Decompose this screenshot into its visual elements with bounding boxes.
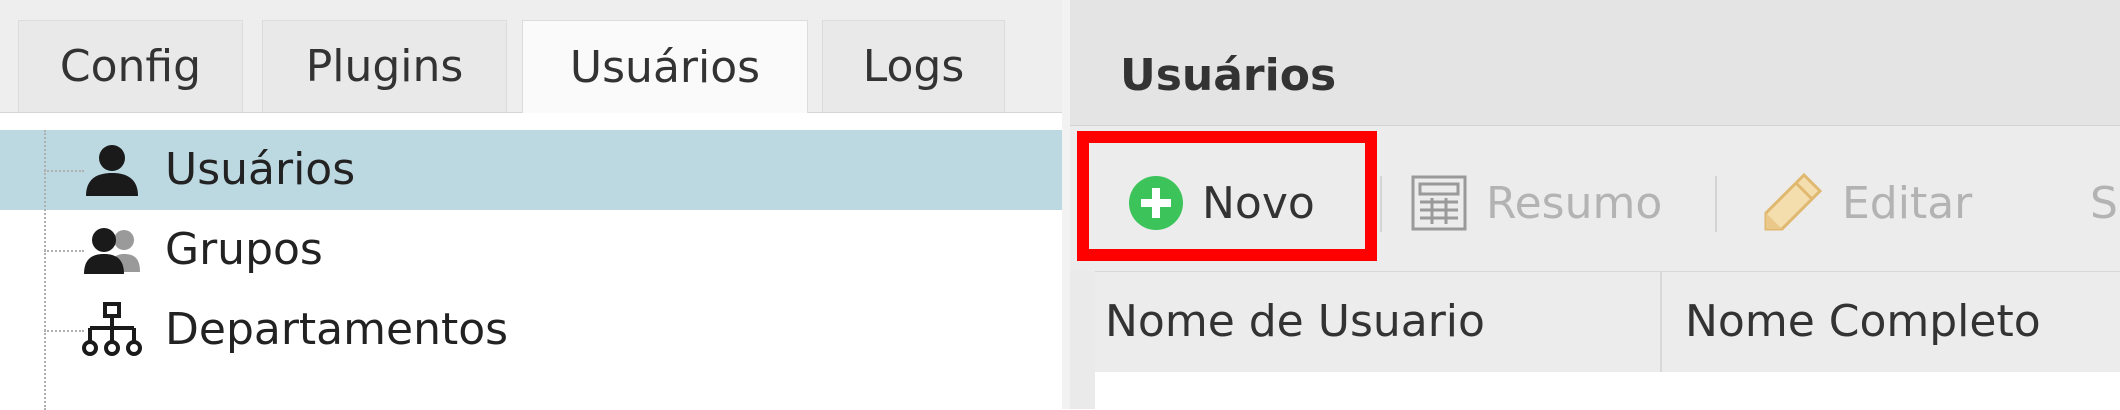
- toolbar: Novo Resumo Editar S: [1070, 126, 2120, 271]
- novo-label: Novo: [1202, 177, 1315, 229]
- pencil-icon: [1764, 172, 1823, 231]
- users-group-icon: [84, 228, 140, 274]
- column-header-nome-de-usuario[interactable]: Nome de Usuario: [1105, 294, 1485, 350]
- grid-body: [1095, 372, 2120, 409]
- editar-button[interactable]: Editar: [1760, 168, 1972, 238]
- panel-splitter[interactable]: [1062, 0, 1070, 409]
- column-header-nome-completo[interactable]: Nome Completo: [1685, 294, 2041, 350]
- tab-logs-label: Logs: [862, 41, 965, 92]
- editar-label: Editar: [1842, 177, 1973, 229]
- tree-item-label: Departamentos: [165, 304, 509, 355]
- tree-connector: [44, 250, 84, 252]
- tab-config[interactable]: Config: [18, 20, 243, 112]
- tree-item-label: Usuários: [165, 144, 356, 195]
- table-icon: [1411, 175, 1467, 231]
- novo-button[interactable]: Novo: [1128, 168, 1315, 238]
- tree-connector: [44, 330, 84, 332]
- toolbar-overflow-label: S: [2090, 177, 2118, 229]
- resumo-button[interactable]: Resumo: [1410, 168, 1662, 238]
- navigation-tree: Usuários Grupos Departamentos: [0, 130, 1062, 370]
- tab-usuarios[interactable]: Usuários: [522, 20, 808, 113]
- tree-item-label: Grupos: [165, 224, 323, 275]
- tab-config-label: Config: [59, 41, 202, 92]
- toolbar-overflow-button[interactable]: S: [2090, 168, 2118, 238]
- column-separator[interactable]: [1660, 272, 1662, 372]
- toolbar-separator: [1380, 176, 1382, 232]
- add-circle-icon: [1129, 176, 1183, 230]
- tree-item-usuarios[interactable]: Usuários: [0, 130, 1062, 210]
- panel-title: Usuários: [1120, 50, 1337, 101]
- tree-guide-line: [44, 130, 46, 410]
- tree-connector: [44, 170, 84, 172]
- tab-plugins[interactable]: Plugins: [262, 20, 507, 112]
- tab-logs[interactable]: Logs: [822, 20, 1005, 112]
- grid-header: Nome de Usuario Nome Completo: [1095, 271, 2120, 372]
- tab-plugins-label: Plugins: [305, 41, 464, 92]
- org-chart-icon: [82, 302, 142, 356]
- resumo-label: Resumo: [1486, 177, 1663, 229]
- right-panel: Usuários Novo Resumo Editar S Nome de Us…: [1070, 0, 2120, 409]
- tree-item-grupos[interactable]: Grupos: [0, 210, 1062, 290]
- toolbar-separator: [1715, 176, 1717, 232]
- tree-item-departamentos[interactable]: Departamentos: [0, 290, 1062, 370]
- user-icon: [86, 145, 138, 196]
- tab-usuarios-label: Usuários: [569, 41, 761, 93]
- panel-header: Usuários: [1070, 0, 2120, 126]
- left-panel: Config Plugins Usuários Logs Usuários Gr…: [0, 0, 1070, 410]
- tab-strip: Config Plugins Usuários Logs: [0, 0, 1070, 113]
